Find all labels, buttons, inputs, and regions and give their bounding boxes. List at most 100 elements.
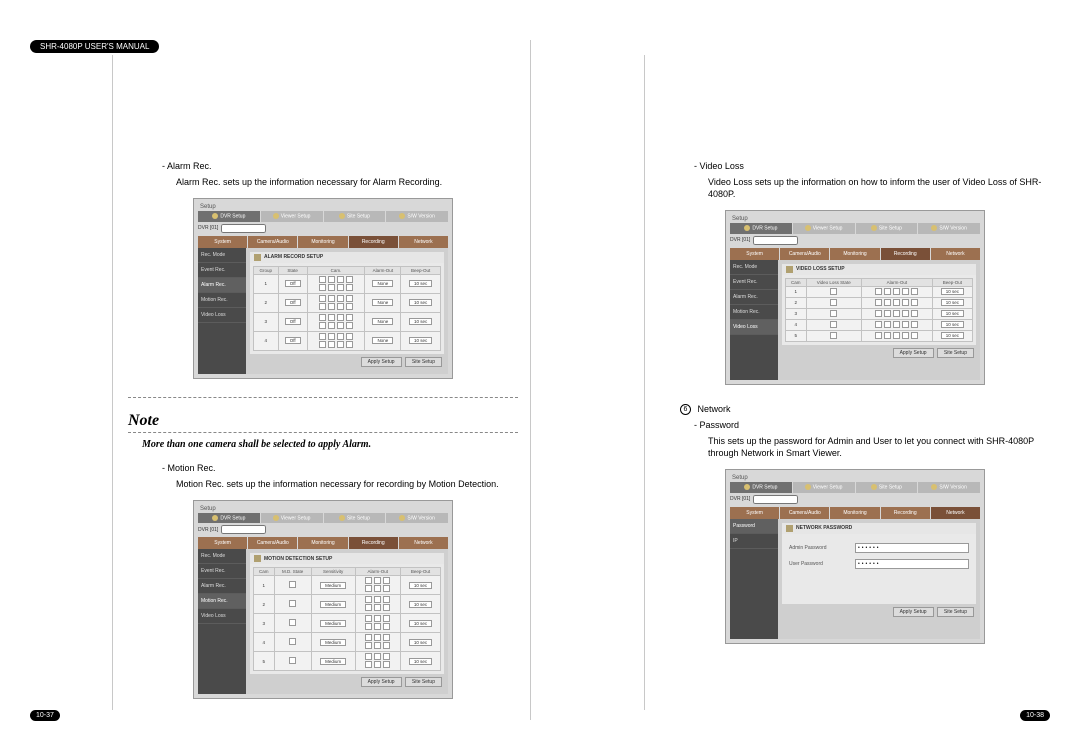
table-row: 310 sec xyxy=(786,308,973,319)
side-event-rec: Event Rec. xyxy=(198,564,246,579)
side-ip: IP xyxy=(730,534,778,549)
admin-password-field xyxy=(855,543,969,553)
site-setup-button: Site Setup xyxy=(937,607,974,617)
window-title: Setup xyxy=(730,215,980,223)
side-motion-rec: Motion Rec. xyxy=(730,305,778,320)
tab-sw-version: S/W Version xyxy=(386,513,448,523)
panel-icon xyxy=(254,254,261,261)
table-row: 510 sec xyxy=(786,330,973,341)
table-row: 2Medium10 sec xyxy=(254,595,441,614)
margin-rule-left xyxy=(112,55,113,710)
subtab-system: System xyxy=(198,537,247,549)
dvr-select-dropdown xyxy=(221,525,266,534)
circled-number-icon: 6 xyxy=(680,404,691,415)
page-number-left: 10-37 xyxy=(30,710,60,721)
subtab-camera-audio: Camera/Audio xyxy=(780,248,829,260)
site-setup-button: Site Setup xyxy=(937,348,974,358)
subtab-monitoring: Monitoring xyxy=(298,537,347,549)
dotted-rule xyxy=(128,432,518,433)
video-loss-table: Cam Video Loss State Alarm-Out Beep-Out … xyxy=(785,278,973,342)
dvr-select-label: DVR [01] xyxy=(730,496,750,502)
side-video-loss: Video Loss xyxy=(198,609,246,624)
tab-viewer-setup: Viewer Setup xyxy=(261,211,323,221)
tab-sw-version: S/W Version xyxy=(918,223,980,233)
tab-viewer-setup: Viewer Setup xyxy=(793,482,855,492)
panel-title: NETWORK PASSWORD xyxy=(796,525,852,531)
left-page: - Alarm Rec. Alarm Rec. sets up the info… xyxy=(128,160,518,717)
subtab-system: System xyxy=(730,507,779,519)
table-row: 5Medium10 sec xyxy=(254,652,441,671)
apply-setup-button: Apply Setup xyxy=(893,348,934,358)
panel-icon xyxy=(254,555,261,562)
window-title: Setup xyxy=(730,474,980,482)
motion-rec-desc: Motion Rec. sets up the information nece… xyxy=(176,478,518,490)
tab-site-setup: Site Setup xyxy=(324,211,386,221)
dvr-select-dropdown xyxy=(753,236,798,245)
side-motion-rec: Motion Rec. xyxy=(198,293,246,308)
user-password-field xyxy=(855,559,969,569)
panel-title: VIDEO LOSS SETUP xyxy=(796,266,845,272)
apply-setup-button: Apply Setup xyxy=(893,607,934,617)
side-rec-mode: Rec. Mode xyxy=(198,549,246,564)
table-row: 410 sec xyxy=(786,319,973,330)
panel-title: ALARM RECORD SETUP xyxy=(264,254,323,260)
motion-rec-title: - Motion Rec. xyxy=(162,462,518,474)
subtab-recording: Recording xyxy=(349,537,398,549)
side-alarm-rec: Alarm Rec. xyxy=(730,290,778,305)
tab-sw-version: S/W Version xyxy=(386,211,448,221)
panel-title: MOTION DETECTION SETUP xyxy=(264,556,332,562)
window-title: Setup xyxy=(198,505,448,513)
subtab-camera-audio: Camera/Audio xyxy=(248,537,297,549)
tab-site-setup: Site Setup xyxy=(324,513,386,523)
tab-viewer-setup: Viewer Setup xyxy=(793,223,855,233)
subtab-recording: Recording xyxy=(349,236,398,248)
tab-dvr-setup: DVR Setup xyxy=(198,513,260,523)
side-event-rec: Event Rec. xyxy=(730,275,778,290)
manual-header: SHR-4080P USER'S MANUAL xyxy=(30,40,159,53)
motion-rec-screenshot: Setup DVR Setup Viewer Setup Site Setup … xyxy=(193,500,453,699)
subtab-system: System xyxy=(198,236,247,248)
side-event-rec: Event Rec. xyxy=(198,263,246,278)
admin-password-label: Admin Password xyxy=(789,545,849,551)
subtab-network: Network xyxy=(399,537,448,549)
dvr-select-dropdown xyxy=(221,224,266,233)
table-row: 4Medium10 sec xyxy=(254,633,441,652)
table-row: 4OffNone10 sec xyxy=(254,331,441,350)
panel-icon xyxy=(786,525,793,532)
subtab-recording: Recording xyxy=(881,248,930,260)
tab-site-setup: Site Setup xyxy=(856,223,918,233)
video-loss-desc: Video Loss sets up the information on ho… xyxy=(708,176,1050,200)
video-loss-screenshot: Setup DVR Setup Viewer Setup Site Setup … xyxy=(725,210,985,384)
side-password: Password xyxy=(730,519,778,534)
tab-site-setup: Site Setup xyxy=(856,482,918,492)
page-divider xyxy=(530,40,531,720)
window-title: Setup xyxy=(198,203,448,211)
page-number-right: 10-38 xyxy=(1020,710,1050,721)
tab-dvr-setup: DVR Setup xyxy=(198,211,260,221)
tab-viewer-setup: Viewer Setup xyxy=(261,513,323,523)
table-row: 210 sec xyxy=(786,297,973,308)
site-setup-button: Site Setup xyxy=(405,357,442,367)
table-row: 1Medium10 sec xyxy=(254,576,441,595)
video-loss-title: - Video Loss xyxy=(694,160,1050,172)
note-heading: Note xyxy=(128,412,518,430)
network-password-screenshot: Setup DVR Setup Viewer Setup Site Setup … xyxy=(725,469,985,643)
site-setup-button: Site Setup xyxy=(405,677,442,687)
user-password-label: User Password xyxy=(789,561,849,567)
right-page: - Video Loss Video Loss sets up the info… xyxy=(660,160,1050,662)
subtab-camera-audio: Camera/Audio xyxy=(248,236,297,248)
tab-dvr-setup: DVR Setup xyxy=(730,482,792,492)
note-body: More than one camera shall be selected t… xyxy=(142,439,518,450)
dvr-select-dropdown xyxy=(753,495,798,504)
side-video-loss: Video Loss xyxy=(730,320,778,335)
subtab-monitoring: Monitoring xyxy=(830,507,879,519)
password-desc: This sets up the password for Admin and … xyxy=(708,435,1050,459)
table-row: 1OffNone10 sec xyxy=(254,274,441,293)
table-row: 2OffNone10 sec xyxy=(254,293,441,312)
table-row: 3Medium10 sec xyxy=(254,614,441,633)
subtab-recording: Recording xyxy=(881,507,930,519)
table-row: 3OffNone10 sec xyxy=(254,312,441,331)
subtab-network: Network xyxy=(399,236,448,248)
side-motion-rec: Motion Rec. xyxy=(198,594,246,609)
subtab-camera-audio: Camera/Audio xyxy=(780,507,829,519)
